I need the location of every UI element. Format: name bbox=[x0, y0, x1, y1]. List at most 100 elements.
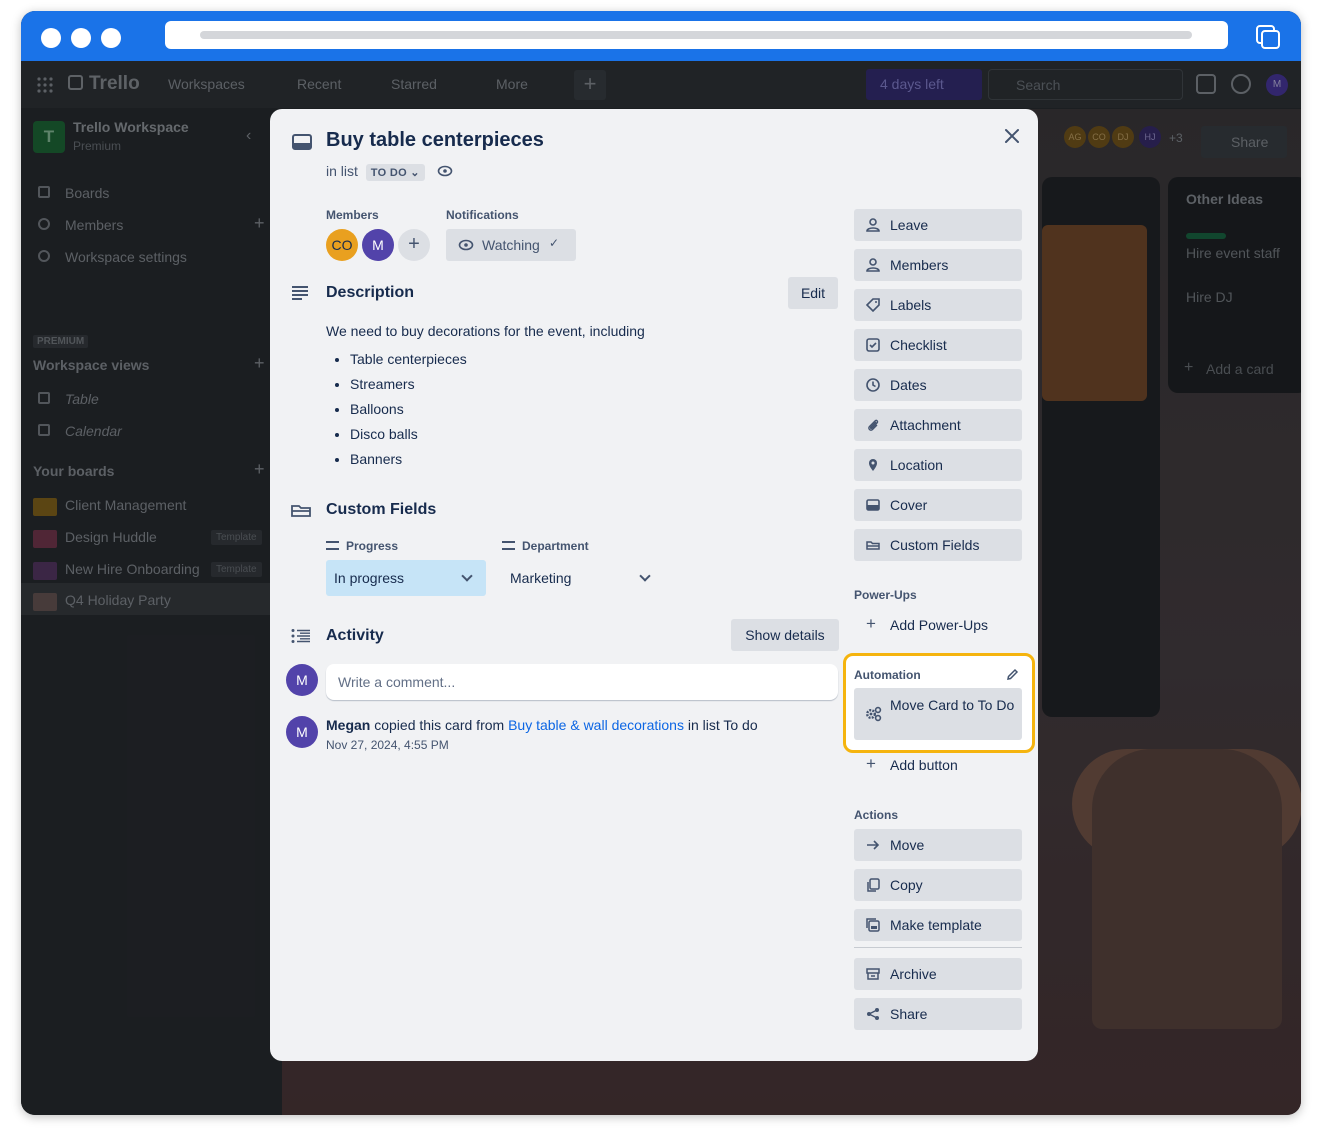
archive-button[interactable]: Archive bbox=[854, 958, 1022, 990]
progress-select[interactable]: In progress bbox=[326, 560, 486, 596]
button-label: Leave bbox=[890, 217, 929, 233]
leave-button[interactable]: Leave bbox=[854, 209, 1022, 241]
custom-fields-heading: Custom Fields bbox=[326, 501, 437, 518]
progress-field-label: Progress bbox=[326, 539, 398, 553]
plus-icon: + bbox=[866, 614, 876, 633]
add-button-button[interactable]: + Add button bbox=[854, 749, 1022, 781]
attachment-button[interactable]: Attachment bbox=[854, 409, 1022, 441]
current-user-avatar: M bbox=[286, 664, 318, 696]
list-item: Banners bbox=[350, 447, 467, 472]
make-template-button[interactable]: Make template bbox=[854, 909, 1022, 941]
eye-icon[interactable] bbox=[437, 165, 453, 177]
browser-titlebar bbox=[21, 11, 1301, 61]
list-selector[interactable]: TO DO ⌄ bbox=[365, 164, 425, 181]
checkbox-icon bbox=[866, 338, 880, 352]
move-card-automation-button[interactable]: Move Card to To Do bbox=[854, 688, 1022, 740]
address-placeholder-line bbox=[200, 31, 1192, 39]
clock-icon bbox=[866, 378, 880, 392]
watching-button[interactable]: Watching ✓ bbox=[446, 229, 576, 261]
card-list-info: in list TO DO ⌄ bbox=[326, 163, 453, 181]
labels-button[interactable]: Labels bbox=[854, 289, 1022, 321]
close-icon[interactable] bbox=[1002, 126, 1022, 146]
description-intro[interactable]: We need to buy decorations for the event… bbox=[326, 323, 645, 339]
button-label: Members bbox=[890, 257, 949, 273]
button-label: Add button bbox=[890, 757, 958, 773]
progress-value: In progress bbox=[334, 570, 405, 586]
description-icon bbox=[292, 286, 308, 300]
field-type-icon bbox=[326, 541, 339, 550]
button-label: Move Card to To Do bbox=[890, 697, 1015, 713]
powerups-heading: Power-Ups bbox=[854, 588, 917, 602]
button-label: Labels bbox=[890, 297, 932, 313]
department-value: Marketing bbox=[510, 570, 572, 586]
activity-text: in list To do bbox=[687, 717, 758, 733]
field-label-text: Department bbox=[522, 539, 589, 553]
checklist-button[interactable]: Checklist bbox=[854, 329, 1022, 361]
cover-button[interactable]: Cover bbox=[854, 489, 1022, 521]
department-select[interactable]: Marketing bbox=[502, 560, 662, 596]
button-label: Add Power-Ups bbox=[890, 617, 989, 633]
share-icon bbox=[867, 1008, 879, 1020]
activity-card-link[interactable]: Buy table & wall decorations bbox=[508, 717, 684, 733]
activity-avatar: M bbox=[286, 716, 318, 748]
description-list: Table centerpieces Streamers Balloons Di… bbox=[326, 347, 467, 472]
actions-divider bbox=[854, 947, 1022, 948]
list-item: Streamers bbox=[350, 372, 467, 397]
chevron-down-icon bbox=[639, 570, 651, 582]
cover-icon bbox=[866, 499, 880, 511]
field-type-icon bbox=[502, 541, 515, 550]
members-label: Members bbox=[326, 208, 379, 222]
show-details-button[interactable]: Show details bbox=[731, 619, 839, 651]
button-label: Custom Fields bbox=[890, 537, 980, 553]
add-member-button[interactable]: + bbox=[398, 229, 430, 261]
button-label: Move bbox=[890, 837, 925, 853]
custom-fields-button[interactable]: Custom Fields bbox=[854, 529, 1022, 561]
button-label: Location bbox=[890, 457, 943, 473]
card-icon bbox=[292, 134, 312, 150]
copy-button[interactable]: Copy bbox=[854, 869, 1022, 901]
automation-heading: Automation bbox=[854, 668, 921, 682]
activity-heading: Activity bbox=[326, 627, 384, 644]
list-item: Table centerpieces bbox=[350, 347, 467, 372]
person-icon bbox=[866, 258, 880, 272]
member-avatar[interactable]: CO bbox=[326, 229, 358, 261]
list-item: Balloons bbox=[350, 397, 467, 422]
window-minimize-dot[interactable] bbox=[71, 28, 91, 48]
button-label: Make template bbox=[890, 917, 982, 933]
tabs-icon[interactable] bbox=[1254, 23, 1282, 51]
member-avatar[interactable]: M bbox=[362, 229, 394, 261]
button-label: Dates bbox=[890, 377, 927, 393]
activity-icon bbox=[291, 629, 310, 643]
custom-fields-icon bbox=[866, 541, 880, 550]
in-list-prefix: in list bbox=[326, 163, 358, 179]
arrow-right-icon bbox=[867, 840, 880, 850]
address-bar[interactable] bbox=[165, 21, 1228, 49]
share-card-button[interactable]: Share bbox=[854, 998, 1022, 1030]
custom-fields-icon bbox=[291, 505, 311, 517]
card-detail-modal: Buy table centerpieces in list TO DO ⌄ M… bbox=[270, 109, 1038, 1061]
button-label: Checklist bbox=[890, 337, 947, 353]
paperclip-icon bbox=[868, 419, 879, 431]
comment-placeholder: Write a comment... bbox=[338, 674, 456, 690]
plus-icon: + bbox=[866, 754, 876, 773]
edit-description-button[interactable]: Edit bbox=[788, 277, 838, 309]
move-button[interactable]: Move bbox=[854, 829, 1022, 861]
window-zoom-dot[interactable] bbox=[101, 28, 121, 48]
dates-button[interactable]: Dates bbox=[854, 369, 1022, 401]
members-button[interactable]: Members bbox=[854, 249, 1022, 281]
location-button[interactable]: Location bbox=[854, 449, 1022, 481]
tag-icon bbox=[866, 298, 880, 312]
list-name: TO DO bbox=[370, 167, 407, 179]
eye-icon bbox=[458, 239, 474, 251]
pencil-icon[interactable] bbox=[1006, 668, 1019, 681]
add-powerups-button[interactable]: + Add Power-Ups bbox=[854, 609, 1022, 641]
activity-user[interactable]: Megan bbox=[326, 717, 370, 733]
watching-label: Watching bbox=[482, 237, 540, 253]
map-pin-icon bbox=[869, 459, 877, 471]
gears-icon bbox=[866, 706, 882, 722]
activity-timestamp[interactable]: Nov 27, 2024, 4:55 PM bbox=[326, 738, 449, 752]
comment-input[interactable]: Write a comment... bbox=[326, 664, 838, 700]
card-title[interactable]: Buy table centerpieces bbox=[326, 129, 544, 152]
person-icon bbox=[866, 218, 880, 232]
window-close-dot[interactable] bbox=[41, 28, 61, 48]
